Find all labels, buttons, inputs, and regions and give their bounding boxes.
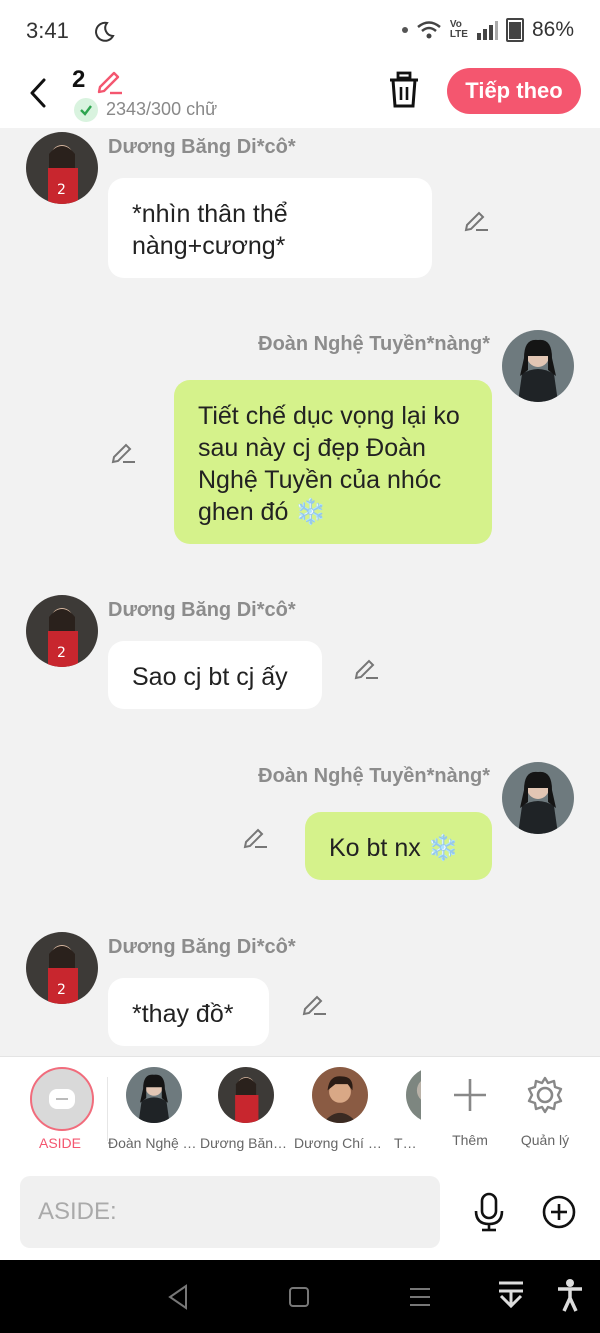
manage-button[interactable]: Quản lý [499, 1067, 591, 1148]
character-duong-chi[interactable]: Dương Chí Hải [294, 1067, 386, 1151]
notification-dot-icon [401, 27, 408, 33]
avatar-duong-bang-di[interactable]: 2 [26, 595, 98, 667]
back-arrow-icon[interactable] [26, 76, 52, 110]
aside-button[interactable] [30, 1067, 94, 1131]
accessibility-icon[interactable] [556, 1278, 584, 1312]
system-nav-bar [0, 1260, 600, 1333]
status-right: Vo LTE 86% [401, 18, 574, 42]
nav-collapse-icon[interactable] [497, 1280, 525, 1312]
edit-message-icon[interactable] [462, 205, 490, 233]
aside-label: ASIDE [38, 1135, 81, 1151]
nav-back-icon[interactable] [166, 1284, 190, 1310]
message-author: Đoàn Nghệ Tuyền*nàng* [258, 765, 490, 787]
edit-message-icon[interactable] [300, 989, 328, 1017]
chat-area: 2 Dương Băng Di*cô* *nhìn thân thể nàng+… [0, 128, 600, 1056]
check-icon [74, 98, 98, 122]
word-count: 2343/300 chữ [106, 99, 218, 119]
message-author: Đoàn Nghệ Tuyền*nàng* [258, 333, 490, 355]
signal-icon [476, 21, 498, 40]
edit-message-icon[interactable] [352, 653, 380, 681]
character-duong-bang-di[interactable]: Dương Băng Di [200, 1067, 292, 1151]
character-doan-nghe-tuyen[interactable]: Đoàn Nghệ Tuyền [108, 1067, 200, 1151]
avatar-doan-nghe-tuyen[interactable] [502, 330, 574, 402]
avatar [126, 1067, 182, 1123]
input-bar [0, 1164, 600, 1260]
svg-text:2: 2 [57, 645, 66, 661]
svg-text:2: 2 [57, 982, 66, 998]
character-ta[interactable]: Tả T [386, 1067, 421, 1151]
message-author: Dương Băng Di*cô* [108, 599, 296, 621]
character-label: Dương Chí Hải [294, 1135, 386, 1151]
message-bubble[interactable]: Sao cj bt cj ấy [108, 641, 322, 709]
avatar-duong-bang-di[interactable]: 2 [26, 132, 98, 204]
message-bubble[interactable]: Tiết chế dục vọng lại ko sau này cj đẹp … [174, 380, 492, 544]
message-bubble[interactable]: *thay đồ* [108, 978, 269, 1046]
character-bar: ASIDE Đoàn Nghệ Tuyền Dương Băng Di [0, 1056, 600, 1165]
volte-icon: Vo LTE [449, 19, 468, 40]
message-bubble[interactable]: Ko bt nx ❄️ [305, 812, 492, 880]
do-not-disturb-icon [95, 21, 115, 42]
wifi-icon [417, 21, 441, 39]
status-time: 3:41 [26, 18, 69, 43]
battery-icon [505, 18, 524, 42]
gear-icon [527, 1076, 563, 1114]
character-label: Dương Băng Di [200, 1135, 292, 1151]
manage-label: Quản lý [520, 1132, 570, 1148]
plus-icon [454, 1079, 486, 1111]
avatar [406, 1067, 421, 1123]
character-label: Tả T [394, 1135, 421, 1151]
message-author: Dương Băng Di*cô* [108, 136, 296, 158]
nav-recents-icon[interactable] [408, 1286, 432, 1308]
next-button[interactable]: Tiếp theo [447, 68, 581, 114]
edit-message-icon[interactable] [109, 437, 137, 465]
edit-message-icon[interactable] [241, 822, 269, 850]
message-bubble[interactable]: *nhìn thân thể nàng+cương* [108, 178, 432, 278]
aside-chat-icon [49, 1089, 75, 1109]
edit-pencil-icon[interactable] [94, 65, 124, 95]
message-author: Dương Băng Di*cô* [108, 936, 296, 958]
top-bar: 2 2343/300 chữ Tiếp theo [0, 60, 600, 128]
status-bar: 3:41 Vo LTE 86% [0, 0, 600, 68]
avatar [218, 1067, 274, 1123]
avatar-duong-bang-di[interactable]: 2 [26, 932, 98, 1004]
character-label: Đoàn Nghệ Tuyền [108, 1135, 200, 1151]
edit-count: 2 [72, 66, 86, 93]
microphone-icon[interactable] [472, 1192, 506, 1232]
avatar [312, 1067, 368, 1123]
add-circle-icon[interactable] [541, 1194, 577, 1230]
avatar-doan-nghe-tuyen[interactable] [502, 762, 574, 834]
trash-icon[interactable] [386, 70, 422, 110]
svg-text:2: 2 [57, 182, 66, 198]
battery-percent: 86% [531, 18, 574, 41]
message-input[interactable] [20, 1176, 440, 1248]
nav-home-icon[interactable] [288, 1286, 310, 1308]
